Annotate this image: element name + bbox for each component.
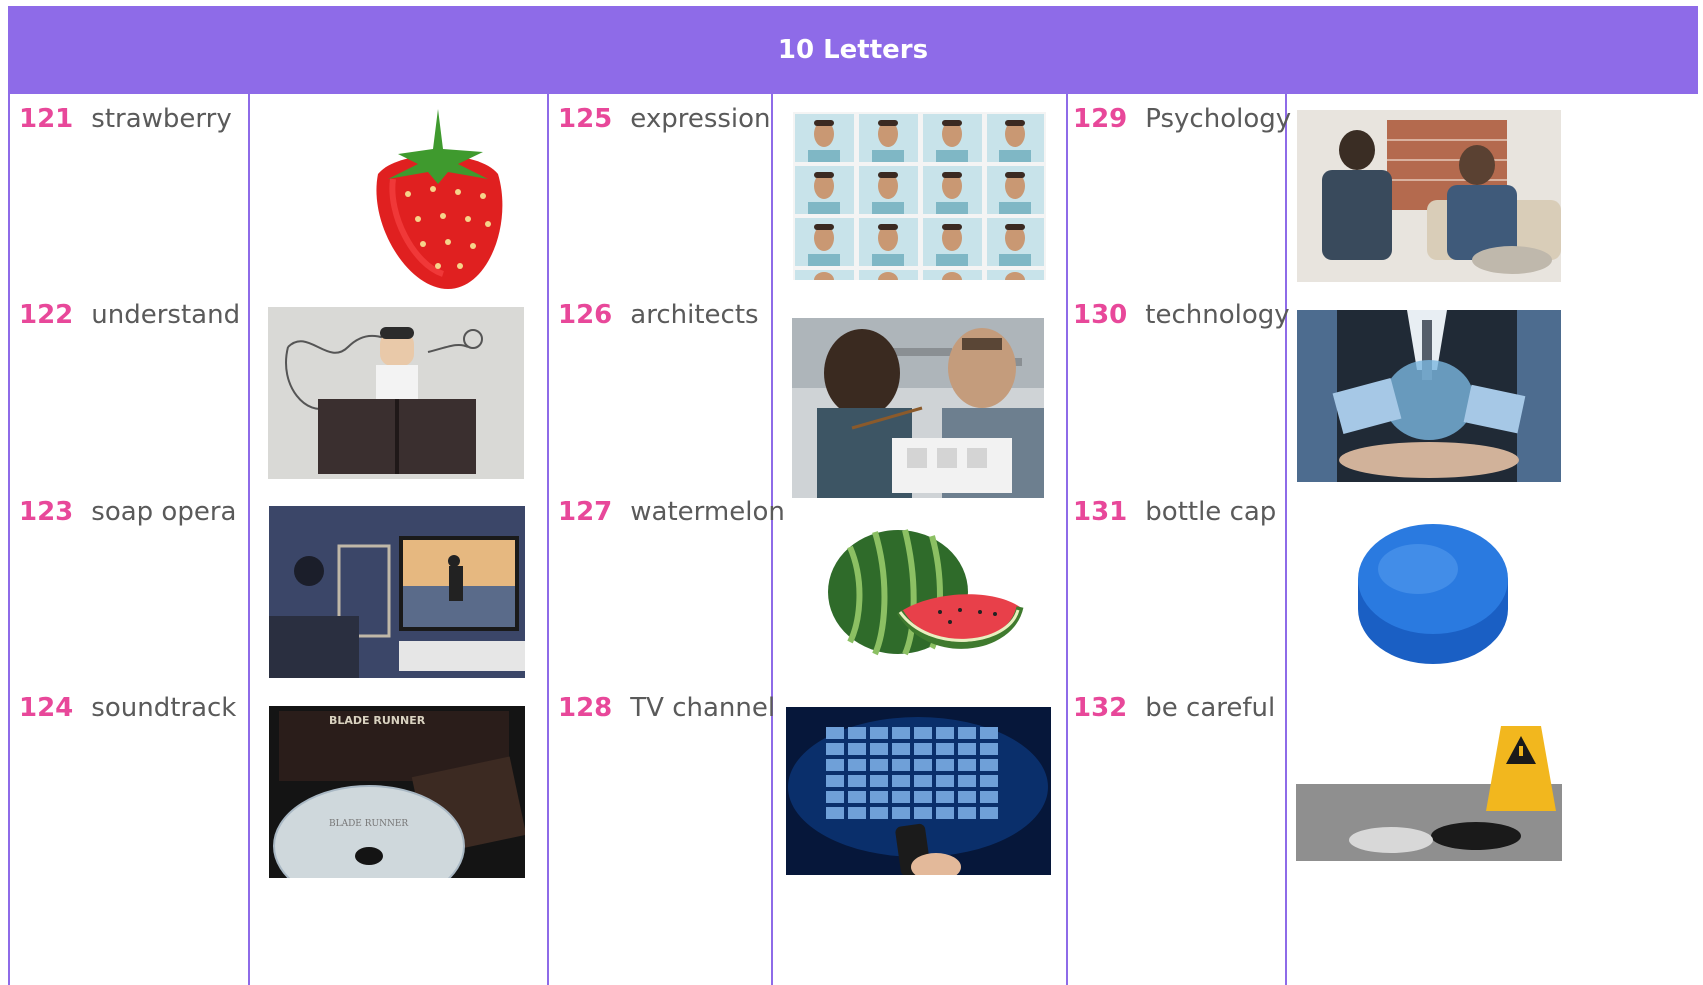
item-word: technology xyxy=(1145,300,1290,330)
svg-text:BLADE RUNNER: BLADE RUNNER xyxy=(329,819,408,829)
item-number: 127 xyxy=(558,497,613,527)
therapy-session-image xyxy=(1297,110,1561,282)
vocab-item: 129 Psychology xyxy=(1073,104,1291,134)
item-word: strawberry xyxy=(91,104,232,134)
item-number: 123 xyxy=(19,497,74,527)
grid-divider xyxy=(771,94,773,985)
item-word: Psychology xyxy=(1145,104,1292,134)
item-number: 132 xyxy=(1073,693,1128,723)
caution-sign-manhole-image xyxy=(1296,716,1562,861)
blue-bottle-cap-image xyxy=(1338,509,1528,679)
vocab-item: 130 technology xyxy=(1073,300,1290,330)
vocab-item: 128 TV channel xyxy=(558,693,775,723)
grid-divider xyxy=(248,94,250,985)
grid-divider xyxy=(1285,94,1287,985)
item-word: TV channel xyxy=(630,693,776,723)
item-word: be careful xyxy=(1145,693,1276,723)
svg-text:BLADE RUNNER: BLADE RUNNER xyxy=(329,714,426,727)
item-number: 125 xyxy=(558,104,613,134)
item-number: 121 xyxy=(19,104,74,134)
vocab-item: 124 soundtrack xyxy=(19,693,236,723)
vocab-item: 121 strawberry xyxy=(19,104,232,134)
vocabulary-grid: 121 strawberry 122 understand 123 soap o… xyxy=(8,94,1698,985)
item-number: 124 xyxy=(19,693,74,723)
item-word: soundtrack xyxy=(91,693,237,723)
item-word: bottle cap xyxy=(1145,497,1277,527)
tv-channels-remote-image xyxy=(786,707,1051,875)
watermelon-image xyxy=(820,522,1028,662)
man-reading-book-image xyxy=(268,307,524,479)
movie-dvd-cd-image: BLADE RUNNER BLADE RUNNER xyxy=(269,706,525,878)
item-word: understand xyxy=(91,300,241,330)
item-word: watermelon xyxy=(630,497,785,527)
vocab-item: 131 bottle cap xyxy=(1073,497,1276,527)
item-word: soap opera xyxy=(91,497,237,527)
item-number: 129 xyxy=(1073,104,1128,134)
tech-devices-hands-image xyxy=(1297,310,1561,482)
vocab-item: 123 soap opera xyxy=(19,497,236,527)
grid-divider xyxy=(1066,94,1068,985)
item-number: 130 xyxy=(1073,300,1128,330)
item-number: 122 xyxy=(19,300,74,330)
architects-model-image xyxy=(792,318,1044,498)
item-number: 128 xyxy=(558,693,613,723)
item-word: architects xyxy=(630,300,759,330)
vocab-item: 127 watermelon xyxy=(558,497,785,527)
grid-divider xyxy=(8,94,10,985)
couple-watching-tv-image xyxy=(269,506,525,678)
strawberry-image xyxy=(338,104,538,292)
vocab-item: 122 understand xyxy=(19,300,240,330)
item-word: expression xyxy=(630,104,771,134)
vocab-item: 125 expression xyxy=(558,104,771,134)
page-header: 10 Letters xyxy=(8,6,1698,94)
item-number: 126 xyxy=(558,300,613,330)
vocabulary-page: 10 Letters 121 strawberry 122 understand… xyxy=(8,6,1698,985)
item-number: 131 xyxy=(1073,497,1128,527)
facial-expressions-grid-image xyxy=(793,112,1046,280)
vocab-item: 132 be careful xyxy=(1073,693,1275,723)
vocab-item: 126 architects xyxy=(558,300,759,330)
page-title: 10 Letters xyxy=(777,35,929,65)
grid-divider xyxy=(547,94,549,985)
